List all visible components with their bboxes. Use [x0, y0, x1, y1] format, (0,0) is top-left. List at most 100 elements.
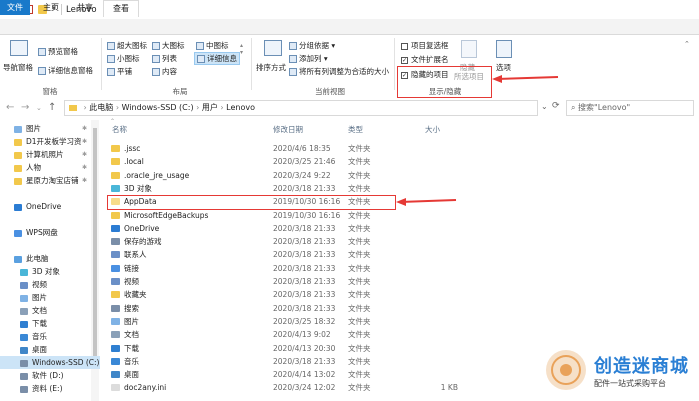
layout-list[interactable]: 列表 — [152, 53, 177, 64]
sidebar-item[interactable]: 文档 — [0, 304, 100, 317]
tab-share[interactable]: 共享 — [70, 0, 100, 15]
fit-columns-button[interactable]: 将所有列调整为合适的大小 — [289, 66, 389, 77]
sidebar-item-label: OneDrive — [26, 202, 62, 211]
search-input[interactable]: ⌕ 搜索"Lenovo" — [566, 100, 694, 116]
column-header-type[interactable]: 类型 — [348, 124, 363, 135]
checkbox[interactable] — [401, 42, 408, 50]
forward-icon[interactable]: → — [21, 102, 29, 113]
preview-pane-button[interactable]: 预览窗格 — [38, 46, 78, 57]
file-row[interactable]: .jssc 2020/4/6 18:35 文件夹 — [108, 142, 468, 155]
address-dropdown-icon[interactable]: ⌄ — [541, 102, 548, 111]
sort-button[interactable] — [262, 40, 282, 56]
refresh-icon[interactable]: ⟳ — [552, 101, 560, 111]
breadcrumb-lenovo[interactable]: Lenovo — [226, 103, 255, 112]
file-name: .oracle_jre_usage — [124, 170, 190, 180]
layout-small[interactable]: 小图标 — [107, 53, 140, 64]
tab-file[interactable]: 文件 — [0, 0, 30, 15]
sidebar-item[interactable]: 图片 — [0, 291, 100, 304]
file-row[interactable]: MicrosoftEdgeBackups 2019/10/30 16:16 文件夹 — [108, 209, 468, 222]
file-row[interactable]: 下载 2020/4/13 20:30 文件夹 — [108, 342, 468, 355]
nav-pane-label[interactable]: 导航窗格 — [3, 62, 33, 73]
sort-label[interactable]: 排序方式 — [256, 62, 286, 73]
folder-icon — [14, 229, 22, 237]
file-row[interactable]: doc2any.ini 2020/3/24 12:02 文件夹 1 KB — [108, 381, 468, 394]
large-icons-icon — [152, 42, 160, 50]
pin-icon[interactable]: ✱ — [82, 135, 87, 148]
sidebar-item[interactable]: 图片 ✱ — [0, 122, 100, 135]
layout-tiles[interactable]: 平铺 — [107, 66, 132, 77]
file-row[interactable]: 3D 对象 2020/3/18 21:33 文件夹 — [108, 182, 468, 195]
add-column-button[interactable]: 添加列 ▾ — [289, 53, 328, 64]
file-row[interactable]: 桌面 2020/4/14 13:02 文件夹 — [108, 368, 468, 381]
tab-home[interactable]: 主页 — [36, 0, 66, 15]
file-row[interactable]: 搜索 2020/3/18 21:33 文件夹 — [108, 302, 468, 315]
nav-pane-button[interactable] — [6, 40, 32, 56]
layout-xlarge[interactable]: 超大图标 — [107, 40, 147, 51]
file-ext-toggle[interactable]: ✓ 文件扩展名 — [401, 54, 449, 65]
sidebar-item[interactable]: 此电脑 — [0, 252, 100, 265]
layout-content[interactable]: 内容 — [152, 66, 177, 77]
search-placeholder: 搜索"Lenovo" — [578, 103, 631, 112]
breadcrumb-this-pc[interactable]: 此电脑 — [89, 103, 113, 112]
pin-icon[interactable]: ✱ — [82, 148, 87, 161]
sidebar-item[interactable]: Windows-SSD (C:) — [0, 356, 100, 369]
file-row[interactable]: AppData 2019/10/30 16:16 文件夹 — [108, 195, 468, 208]
sidebar-item[interactable]: 下载 — [0, 317, 100, 330]
sidebar-item[interactable]: WPS网盘 — [0, 226, 100, 239]
sidebar-item[interactable]: 3D 对象 — [0, 265, 100, 278]
sidebar-item[interactable]: 音乐 — [0, 330, 100, 343]
details-pane-button[interactable]: 详细信息窗格 — [38, 65, 93, 76]
item-checkbox-toggle[interactable]: 项目复选框 — [401, 40, 449, 51]
file-row[interactable]: 文档 2020/4/13 9:02 文件夹 — [108, 328, 468, 341]
back-icon[interactable]: ← — [6, 102, 14, 113]
file-row[interactable]: .oracle_jre_usage 2020/3/24 9:22 文件夹 — [108, 169, 468, 182]
options-icon[interactable] — [496, 40, 512, 58]
file-row[interactable]: 音乐 2020/3/18 21:33 文件夹 — [108, 355, 468, 368]
file-row[interactable]: .local 2020/3/25 21:46 文件夹 — [108, 155, 468, 168]
file-row[interactable]: 图片 2020/3/25 18:32 文件夹 — [108, 315, 468, 328]
column-header-size[interactable]: 大小 — [425, 124, 440, 135]
breadcrumb-users[interactable]: 用户 — [202, 103, 218, 112]
sidebar-item[interactable]: 资料 (E:) — [0, 382, 100, 395]
pin-icon[interactable]: ✱ — [82, 174, 87, 187]
folder-icon — [20, 346, 28, 354]
layout-list-label: 列表 — [162, 54, 177, 63]
checkbox-checked[interactable]: ✓ — [401, 56, 408, 64]
layout-details[interactable]: 详细信息 — [194, 52, 240, 65]
pin-icon[interactable]: ✱ — [82, 122, 87, 135]
file-row[interactable]: 视频 2020/3/18 21:33 文件夹 — [108, 275, 468, 288]
sidebar-item[interactable]: D1开发板学习资 ✱ — [0, 135, 100, 148]
layout-scroll-icon[interactable]: ▴ ▾ — [240, 42, 243, 56]
hide-selected-icon[interactable] — [461, 40, 477, 58]
group-by-button[interactable]: 分组依据 ▾ — [289, 40, 335, 51]
sidebar-item[interactable]: 软件 (D:) — [0, 369, 100, 382]
sidebar-item[interactable]: 星原力淘宝店铺 ✱ — [0, 174, 100, 187]
pin-icon[interactable]: ✱ — [82, 161, 87, 174]
sidebar-item-label: 软件 (D:) — [32, 371, 64, 380]
file-row[interactable]: 链接 2020/3/18 21:33 文件夹 — [108, 262, 468, 275]
file-row[interactable]: 收藏夹 2020/3/18 21:33 文件夹 — [108, 288, 468, 301]
tab-view[interactable]: 查看 — [103, 0, 139, 17]
sidebar-item-label: 3D 对象 — [32, 267, 60, 276]
up-icon[interactable]: ↑ — [48, 102, 56, 113]
divider — [251, 38, 252, 90]
sidebar-item[interactable]: OneDrive — [0, 200, 100, 213]
collapse-ribbon-icon[interactable]: ⌃ — [684, 40, 690, 48]
address-bar[interactable]: › 此电脑 › Windows-SSD (C:) › 用户 › Lenovo — [64, 100, 538, 116]
column-header-date[interactable]: 修改日期 — [273, 124, 303, 135]
layout-medium[interactable]: 中图标 — [196, 40, 229, 51]
column-header-name[interactable]: 名称 — [112, 124, 127, 135]
sidebar-item[interactable]: 计算机照片 ✱ — [0, 148, 100, 161]
watermark-subtitle: 配件一站式采购平台 — [594, 379, 666, 388]
sidebar-item[interactable]: 桌面 — [0, 343, 100, 356]
recent-dropdown-icon[interactable]: ⌄ — [36, 104, 42, 112]
sidebar-item[interactable]: 视频 — [0, 278, 100, 291]
file-row[interactable]: 联系人 2020/3/18 21:33 文件夹 — [108, 248, 468, 261]
file-date: 2020/3/18 21:33 — [273, 237, 336, 247]
file-row[interactable]: 保存的游戏 2020/3/18 21:33 文件夹 — [108, 235, 468, 248]
layout-large[interactable]: 大图标 — [152, 40, 185, 51]
file-row[interactable]: OneDrive 2020/3/18 21:33 文件夹 — [108, 222, 468, 235]
breadcrumb-drive[interactable]: Windows-SSD (C:) — [122, 103, 194, 112]
sidebar-item[interactable]: 人物 ✱ — [0, 161, 100, 174]
sidebar-item-label: Windows-SSD (C:) — [32, 358, 100, 367]
